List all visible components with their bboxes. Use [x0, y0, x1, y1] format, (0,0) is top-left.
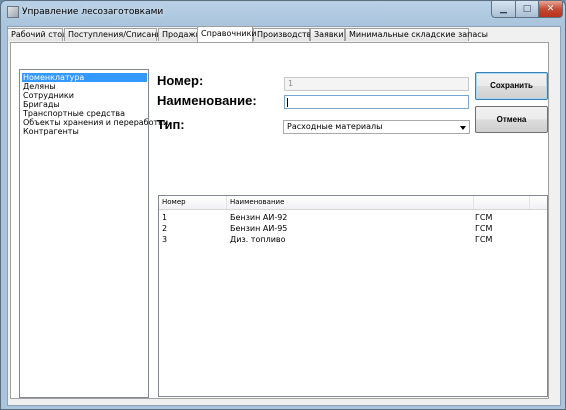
table-row[interactable]: 2 Бензин АИ-95 ГСМ — [159, 223, 547, 234]
cell-number: 3 — [162, 235, 168, 244]
cell-type: ГСМ — [475, 213, 493, 222]
cell-name: Диз. топливо — [230, 235, 286, 244]
name-field[interactable] — [284, 95, 469, 109]
app-window: Управление лесозаготовками ▁ □ ✕ Рабочий… — [0, 0, 566, 410]
type-select[interactable]: Расходные материалы — [283, 120, 470, 134]
number-label: Номер: — [157, 73, 204, 88]
directories-panel: Номенклатура Деляны Сотрудники Бригады Т… — [10, 42, 549, 399]
list-item-counterparties[interactable]: Контрагенты — [22, 127, 81, 136]
tab-desktop[interactable]: Рабочий стол — [7, 28, 67, 41]
list-item-nomenclature[interactable]: Номенклатура — [22, 73, 147, 82]
tab-sales[interactable]: Продажи — [158, 28, 201, 41]
cell-type: ГСМ — [475, 224, 493, 233]
cell-number: 2 — [162, 224, 168, 233]
list-item-employees[interactable]: Сотрудники — [22, 91, 76, 100]
table-row[interactable]: 3 Диз. топливо ГСМ — [159, 234, 547, 245]
maximize-button[interactable]: □ — [515, 1, 539, 18]
tab-directories[interactable]: Справочники — [197, 26, 257, 42]
table-header: Номер Наименование — [159, 196, 547, 210]
column-header-name[interactable]: Наименование — [227, 196, 474, 209]
column-header-type[interactable] — [474, 196, 530, 209]
table-row[interactable]: 1 Бензин АИ-92 ГСМ — [159, 212, 547, 223]
cancel-button[interactable]: Отмена — [475, 106, 548, 133]
cell-name: Бензин АИ-95 — [230, 224, 288, 233]
cell-name: Бензин АИ-92 — [230, 213, 288, 222]
list-item-storage-objects[interactable]: Объекты хранения и переработки — [22, 118, 170, 127]
title-bar[interactable]: Управление лесозаготовками ▁ □ ✕ — [1, 1, 565, 25]
cell-number: 1 — [162, 213, 168, 222]
text-caret — [287, 98, 288, 107]
tab-requests[interactable]: Заявки — [310, 28, 345, 41]
tab-receipts-writeoffs[interactable]: Поступления/Списания — [64, 28, 166, 41]
type-select-value: Расходные материалы — [287, 122, 383, 131]
tab-production[interactable]: Производство — [253, 28, 316, 41]
number-field[interactable]: 1 — [284, 77, 469, 91]
directories-list[interactable]: Номенклатура Деляны Сотрудники Бригады Т… — [19, 69, 168, 398]
column-header-number[interactable]: Номер — [159, 196, 227, 209]
list-item-brigades[interactable]: Бригады — [22, 100, 62, 109]
tab-min-stock[interactable]: Минимальные складские запасы — [345, 28, 488, 41]
nomenclature-table[interactable]: Номер Наименование 1 Бензин АИ-92 ГСМ 2 … — [158, 195, 548, 397]
window-title: Управление лесозаготовками — [22, 7, 164, 17]
cell-type: ГСМ — [475, 235, 493, 244]
minimize-button[interactable]: ▁ — [491, 1, 516, 18]
list-item-vehicles[interactable]: Транспортные средства — [22, 109, 127, 118]
close-button[interactable]: ✕ — [538, 1, 563, 18]
type-label: Тип: — [157, 117, 185, 132]
save-button[interactable]: Сохранить — [475, 72, 548, 100]
chevron-down-icon[interactable] — [460, 126, 466, 130]
app-icon — [7, 6, 19, 18]
name-label: Наименование: — [157, 93, 257, 108]
list-item-plots[interactable]: Деляны — [22, 82, 58, 91]
